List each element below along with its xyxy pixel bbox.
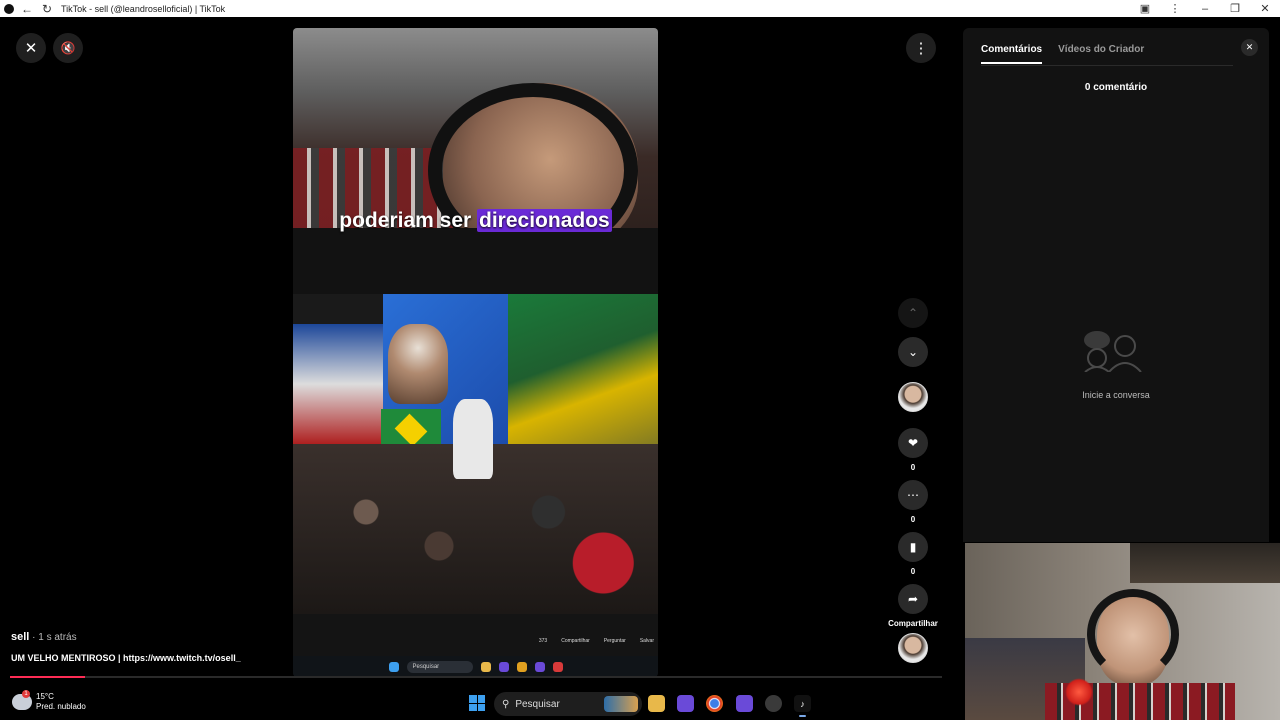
tab-comments[interactable]: Comentários [981,44,1043,64]
post-description[interactable]: UM VELHO MENTIROSO | https://www.twitch.… [11,653,241,663]
minimize-button[interactable]: – [1190,0,1220,17]
webcam-overlay [965,543,1280,720]
video-embedded-taskbar: Pesquisar [293,656,658,677]
embedded-app3-icon [552,661,563,672]
app-purple-icon[interactable] [677,695,694,712]
tiktok-favicon-icon [0,0,17,17]
comment-bubble-icon: ⋯ [907,488,919,502]
browser-titlebar: ← ↻ TikTok - sell (@leandroselloficial) … [0,0,1280,17]
search-highlight-image [604,696,638,712]
chrome-icon[interactable] [706,695,723,712]
tab-creator-videos[interactable]: Vídeos do Criador [1058,44,1144,64]
close-icon: ✕ [24,40,38,57]
caption-text: poderiam ser [339,209,472,232]
mute-button[interactable]: 🔇 [53,33,83,63]
video-progress-bar[interactable] [10,676,942,678]
post-author[interactable]: sell · 1 s atrás [11,631,77,643]
author-name[interactable]: sell [11,631,29,643]
extensions-icon[interactable]: ▣ [1130,0,1160,17]
weather-desc: Pred. nublado [36,702,86,711]
more-menu-icon[interactable]: ⋮ [1160,0,1190,17]
weather-badge: 1 [22,690,30,698]
embedded-start-icon [388,661,399,672]
comment-count: 0 [910,515,916,524]
embedded-app2-icon [534,661,545,672]
windows-start-icon[interactable] [469,695,485,711]
reload-icon[interactable]: ↻ [37,0,57,17]
empty-comments-illustration-icon [1084,331,1142,372]
sound-avatar[interactable] [898,633,928,663]
share-label: Compartilhar [888,619,938,628]
empty-comments-label: Inicie a conversa [1082,390,1150,400]
video-embedded-ui: 373 Compartilhar Perguntar Salvar [293,632,658,650]
app-purple2-icon[interactable] [736,695,753,712]
video-player[interactable]: poderiam ser direcionados 373 Compartilh… [293,28,658,677]
comment-button[interactable]: ⋯ [898,480,928,510]
comment-count-label: 0 comentário [1084,82,1148,93]
heart-icon: ❤ [907,436,919,450]
chevron-down-icon: ⌄ [907,345,919,359]
embedded-app-icon [498,661,509,672]
embedded-like-count: 373 [538,638,548,644]
bookmark-icon: ▮ [909,540,917,554]
vertical-dots-icon: ⋮ [913,40,929,57]
video-caption: poderiam ser direcionados [293,209,658,233]
comments-panel: Comentários Vídeos do Criador ✕ 0 coment… [963,28,1269,542]
share-button[interactable]: ➦ [898,584,928,614]
close-panel-button[interactable]: ✕ [1241,39,1258,56]
tab-divider [981,65,1233,66]
previous-video-button[interactable]: ⌃ [898,298,928,328]
video-rally-scene [293,294,658,614]
embedded-share-label: Compartilhar [561,638,590,644]
embedded-search: Pesquisar [406,660,473,673]
search-icon: ⚲ [502,698,510,710]
caption-highlight: direcionados [477,209,612,232]
back-arrow-icon[interactable]: ← [17,0,37,17]
file-explorer-icon[interactable] [648,695,665,712]
next-video-button[interactable]: ⌄ [898,337,928,367]
weather-widget[interactable]: 1 15°C Pred. nublado [12,690,86,712]
chevron-up-icon: ⌃ [907,306,919,320]
embedded-folder-icon [480,661,491,672]
cloud-icon: 1 [12,690,32,710]
embedded-ask-label: Perguntar [603,638,626,644]
tiktok-app-icon[interactable]: ♪ [794,695,811,717]
speaker-muted-icon: 🔇 [60,41,76,55]
app-record-icon[interactable] [765,695,782,712]
screen: ← ↻ TikTok - sell (@leandroselloficial) … [0,0,1280,720]
embedded-chrome-icon [516,661,527,672]
video-progress-fill [10,676,85,678]
weather-temp: 15°C [36,692,54,701]
taskbar-search-label: Pesquisar [515,698,560,710]
save-count: 0 [910,567,916,576]
close-icon: ✕ [1245,42,1254,52]
share-arrow-icon: ➦ [907,592,919,606]
taskbar-search[interactable]: ⚲ Pesquisar [494,692,642,716]
more-options-button[interactable]: ⋮ [906,33,936,63]
close-video-button[interactable]: ✕ [16,33,46,63]
save-button[interactable]: ▮ [898,532,928,562]
panel-tabs: Comentários Vídeos do Criador [981,44,1144,64]
embedded-save-label: Salvar [639,638,654,644]
restore-button[interactable]: ❐ [1220,0,1250,17]
window-title: TikTok - sell (@leandroselloficial) | Ti… [61,3,226,14]
like-button[interactable]: ❤ [898,428,928,458]
post-time: · 1 s atrás [29,632,77,643]
close-window-button[interactable]: ✕ [1250,0,1280,17]
creator-avatar[interactable] [898,382,928,412]
like-count: 0 [910,463,916,472]
